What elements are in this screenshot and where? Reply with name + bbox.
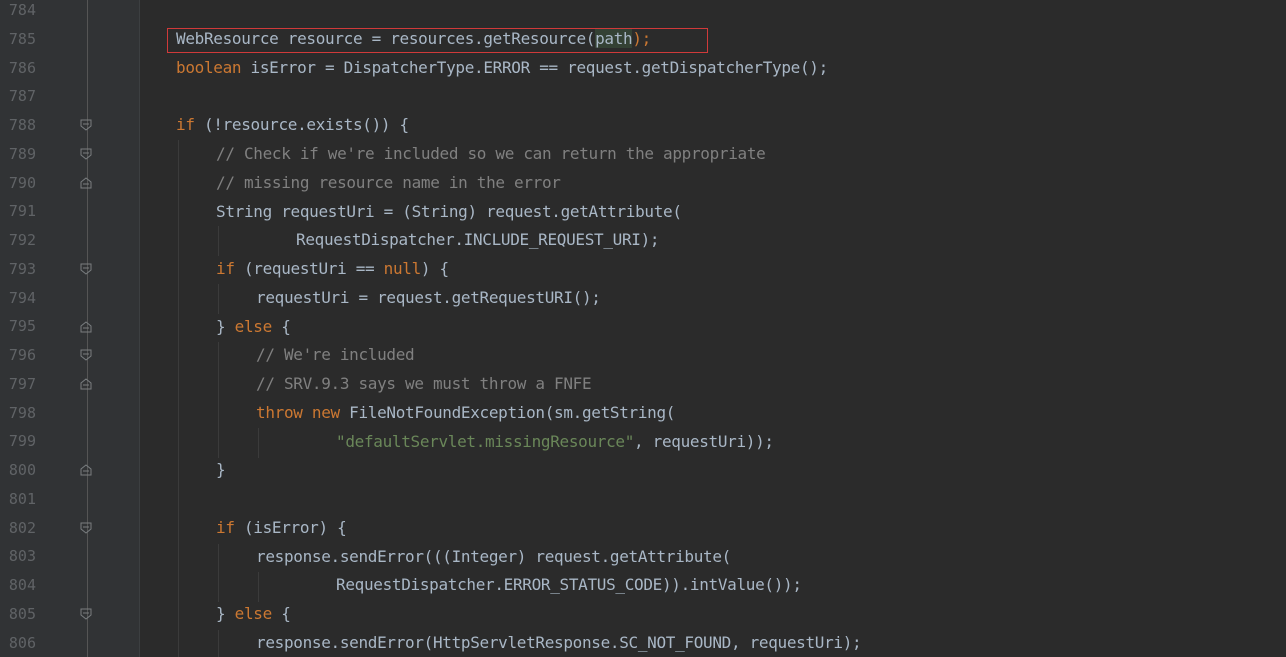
fold-open-icon[interactable] [80,148,92,160]
line-number: 791 [8,202,36,221]
fold-close-icon[interactable] [80,177,92,189]
code-line[interactable]: requestUri = request.getRequestURI(); [256,284,601,313]
line-number: 787 [8,87,36,106]
code-line[interactable]: throw new FileNotFoundException(sm.getSt… [256,399,675,428]
keyword-token: if [216,259,235,278]
comment-token: // We're included [256,345,415,364]
code-line[interactable]: if (isError) { [216,514,347,543]
line-number: 792 [8,231,36,249]
line-number: 786 [8,58,36,77]
selection-highlight-box [167,28,708,53]
code-token: { [271,604,291,623]
line-number: 799 [8,432,36,451]
code-token: ) { [420,259,449,278]
fold-open-icon[interactable] [80,263,92,275]
line-number: 806 [8,633,36,652]
fold-open-icon[interactable] [80,119,92,131]
keyword-token: new [311,403,340,422]
code-token: (requestUri == [234,259,384,278]
code-line[interactable]: String requestUri = (String) request.get… [216,198,682,227]
code-line[interactable]: // missing resource name in the error [216,169,561,198]
code-token: (!resource.exists()) { [194,115,409,134]
line-number: 794 [8,288,36,307]
line-number: 798 [8,403,36,422]
line-number: 797 [8,374,36,393]
line-number: 801 [8,489,36,508]
indent-guide [258,428,259,458]
fold-close-icon[interactable] [80,464,92,476]
line-number: 789 [8,144,36,163]
code-line[interactable]: RequestDispatcher.ERROR_STATUS_CODE)).in… [336,571,802,600]
line-number: 803 [8,547,36,566]
fold-close-icon[interactable] [80,378,92,390]
comment-token: // Check if we're included so we can ret… [216,144,766,163]
code-token: response.sendError(((Integer) request.ge… [256,547,731,566]
code-line[interactable]: if (requestUri == null) { [216,255,449,284]
code-line[interactable]: // We're included [256,341,415,370]
fold-gutter [88,0,140,657]
code-token: } [216,604,235,623]
code-token: { [271,317,291,336]
line-number: 784 [8,1,36,19]
line-number: 795 [8,317,36,336]
code-line[interactable]: } [216,456,226,485]
code-token: response.sendError(HttpServletResponse.S… [256,633,862,652]
keyword-token: boolean [176,58,242,77]
fold-close-icon[interactable] [80,321,92,333]
code-editor[interactable]: 784 785 786 787 788 789 790 791 792 793 794 795 796 7… [0,0,1286,657]
code-line[interactable]: boolean isError = DispatcherType.ERROR =… [176,54,828,83]
code-line[interactable]: response.sendError(((Integer) request.ge… [256,543,731,572]
code-token: String requestUri = (String) request.get… [216,202,682,221]
fold-open-icon[interactable] [80,608,92,620]
indent-guide [178,140,179,657]
code-token: isError = DispatcherType.ERROR == reques… [241,58,829,77]
code-line[interactable]: } else { [216,313,291,342]
code-line[interactable]: "defaultServlet.missingResource", reques… [336,428,774,457]
line-number-gutter: 784 785 786 787 788 789 790 791 792 793 794 795 796 7… [0,0,88,657]
line-number: 800 [8,461,36,479]
keyword-token: if [216,518,235,537]
line-number: 785 [8,29,36,48]
line-number: 805 [8,604,36,623]
code-line[interactable]: RequestDispatcher.INCLUDE_REQUEST_URI); [296,226,660,255]
line-number: 804 [8,576,36,594]
code-token: (isError) { [234,518,347,537]
code-token: RequestDispatcher.ERROR_STATUS_CODE)).in… [336,575,802,594]
gutter-divider [139,0,140,657]
code-line[interactable]: } else { [216,600,291,629]
string-token: "defaultServlet.missingResource" [336,432,635,451]
line-number: 796 [8,346,36,364]
code-token: , requestUri)); [634,432,774,451]
indent-guide [218,284,219,314]
line-number: 793 [8,259,36,278]
comment-token: // SRV.9.3 says we must throw a FNFE [256,374,592,393]
code-line[interactable]: response.sendError(HttpServletResponse.S… [256,629,862,657]
code-token: } [216,317,235,336]
indent-guide [218,226,219,256]
code-token: RequestDispatcher.INCLUDE_REQUEST_URI); [296,230,660,249]
keyword-token: else [234,317,273,336]
fold-open-icon[interactable] [80,522,92,534]
fold-open-icon[interactable] [80,349,92,361]
line-number: 802 [8,518,36,537]
line-number: 788 [8,116,36,134]
keyword-token: else [234,604,273,623]
code-line[interactable]: // Check if we're included so we can ret… [216,140,766,169]
keyword-token: throw [256,403,303,422]
keyword-token: if [176,115,195,134]
indent-guide [218,342,219,458]
keyword-token: null [383,259,422,278]
code-token: } [216,460,226,479]
comment-token: // missing resource name in the error [216,173,561,192]
indent-guide [218,544,219,602]
line-number: 790 [8,173,36,192]
indent-guide [258,572,259,602]
code-token: FileNotFoundException(sm.getString( [339,403,676,422]
code-line[interactable]: if (!resource.exists()) { [176,111,409,140]
indent-guide [218,630,219,657]
code-line[interactable]: // SRV.9.3 says we must throw a FNFE [256,370,592,399]
code-token: requestUri = request.getRequestURI(); [256,288,601,307]
